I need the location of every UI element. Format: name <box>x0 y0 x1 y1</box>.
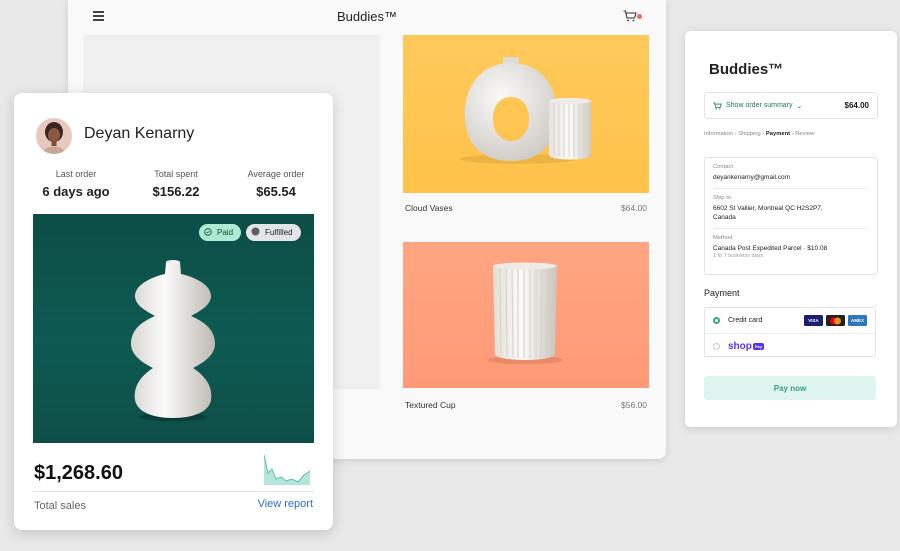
ship-to-line2: Canada <box>713 214 736 221</box>
ship-to-row: Ship to 6602 St Vallier, Montreal QC H2S… <box>713 189 869 229</box>
order-summary-amount: $64.00 <box>844 101 869 110</box>
breadcrumb-shipping[interactable]: Shipping <box>738 131 761 137</box>
badge-label: Fulfilled <box>265 228 293 237</box>
product-name: Textured Cup <box>405 400 456 410</box>
shop-pay-logo: shop Pay <box>728 340 765 352</box>
visa-icon: VISA <box>804 315 823 326</box>
stat-value: $156.22 <box>152 184 200 199</box>
ship-to-label: Ship to <box>713 195 732 201</box>
mastercard-icon <box>826 315 845 326</box>
stat-label: Total spent <box>154 169 198 179</box>
store-title: Buddies™ <box>337 9 397 24</box>
cart-notification-dot <box>637 14 642 19</box>
customer-stats: Last order 6 days ago Total spent $156.2… <box>26 169 326 199</box>
breadcrumb: Information › Shipping › Payment › Revie… <box>704 131 814 137</box>
breadcrumb-information[interactable]: Information <box>704 131 733 137</box>
ship-to-line1: 6602 St Vallier, Montreal QC H2S2P7, <box>713 205 823 212</box>
product-name: Cloud Vases <box>405 203 453 213</box>
total-sales-label: Total sales <box>34 500 86 512</box>
chevron-down-icon: ⌄ <box>796 102 803 110</box>
product-price: $64.00 <box>621 203 647 213</box>
checkout-panel: Buddies™ Show order summary ⌄ $64.00 Inf… <box>685 31 897 427</box>
total-sales-value: $1,268.60 <box>34 462 123 484</box>
breadcrumb-review: Review <box>795 131 815 137</box>
credit-card-label: Credit card <box>728 317 763 324</box>
avatar <box>36 118 72 154</box>
method-value: Canada Post Expedited Parcel · $10.08 <box>713 245 828 252</box>
payment-heading: Payment <box>704 288 740 298</box>
pay-now-button[interactable]: Pay now <box>704 376 876 400</box>
cart-icon[interactable] <box>623 10 637 22</box>
card-brand-icons: VISA AMEX <box>804 315 867 326</box>
product-price: $56.00 <box>621 400 647 410</box>
shop-pay-wordmark: shop <box>728 340 752 352</box>
badge-label: Paid <box>217 228 234 237</box>
payment-options: Credit card VISA AMEX shop Pay <box>704 307 876 357</box>
divider <box>33 491 314 492</box>
customer-name: Deyan Kenarny <box>84 125 195 142</box>
status-badge-fulfilled: Fulfilled <box>246 224 301 241</box>
stat-value: $65.54 <box>256 184 296 199</box>
status-badge-paid: Paid <box>199 224 242 241</box>
cart-icon <box>713 101 722 110</box>
product-image <box>403 35 649 193</box>
customer-card: Deyan Kenarny Last order 6 days ago Tota… <box>14 93 333 530</box>
order-summary-label[interactable]: Show order summary ⌄ <box>713 101 845 110</box>
product-meta: Textured Cup $56.00 <box>403 400 649 410</box>
method-label: Method <box>713 235 733 241</box>
breadcrumb-payment: Payment <box>765 131 791 137</box>
shop-pay-tag: Pay <box>752 342 765 350</box>
summary-label-text: Show order summary <box>726 102 793 109</box>
stat-label: Last order <box>55 169 97 179</box>
product-image <box>403 242 649 388</box>
checkout-title: Buddies™ <box>709 61 784 78</box>
stat-average-order: Average order $65.54 <box>226 169 326 199</box>
contact-label: Contact <box>713 164 733 170</box>
order-summary-toggle[interactable]: Show order summary ⌄ $64.00 <box>704 92 878 119</box>
amex-icon: AMEX <box>848 315 867 326</box>
payment-option-shop-pay[interactable]: shop Pay <box>705 333 875 358</box>
product-meta: Cloud Vases $64.00 <box>403 203 649 213</box>
method-row: Method Canada Post Expedited Parcel · $1… <box>713 229 869 265</box>
stat-value: 6 days ago <box>42 184 110 199</box>
contact-row: Contact deyankenarny@gmail.com <box>713 158 869 189</box>
stat-label: Average order <box>247 169 305 179</box>
shop-pay-radio[interactable] <box>713 342 720 350</box>
product-card-cloud-vases[interactable]: Cloud Vases $64.00 <box>403 35 649 213</box>
payment-option-credit-card[interactable]: Credit card VISA AMEX <box>705 308 875 333</box>
check-circle-icon <box>204 227 212 238</box>
product-card-textured-cup[interactable]: Textured Cup $56.00 <box>403 242 649 410</box>
view-report-link[interactable]: View report <box>258 498 313 510</box>
sales-sparkline <box>264 454 310 485</box>
stat-last-order: Last order 6 days ago <box>26 169 126 199</box>
order-info-box: Contact deyankenarny@gmail.com Ship to 6… <box>704 157 878 275</box>
credit-card-radio[interactable] <box>713 317 720 324</box>
dot-icon <box>251 227 260 238</box>
store-header: Buddies™ <box>68 0 666 34</box>
contact-value: deyankenarny@gmail.com <box>713 174 791 181</box>
order-product-image: Paid Fulfilled <box>33 214 314 443</box>
stat-total-spent: Total spent $156.22 <box>126 169 226 199</box>
method-sub: 1 to 7 business days <box>713 253 764 259</box>
